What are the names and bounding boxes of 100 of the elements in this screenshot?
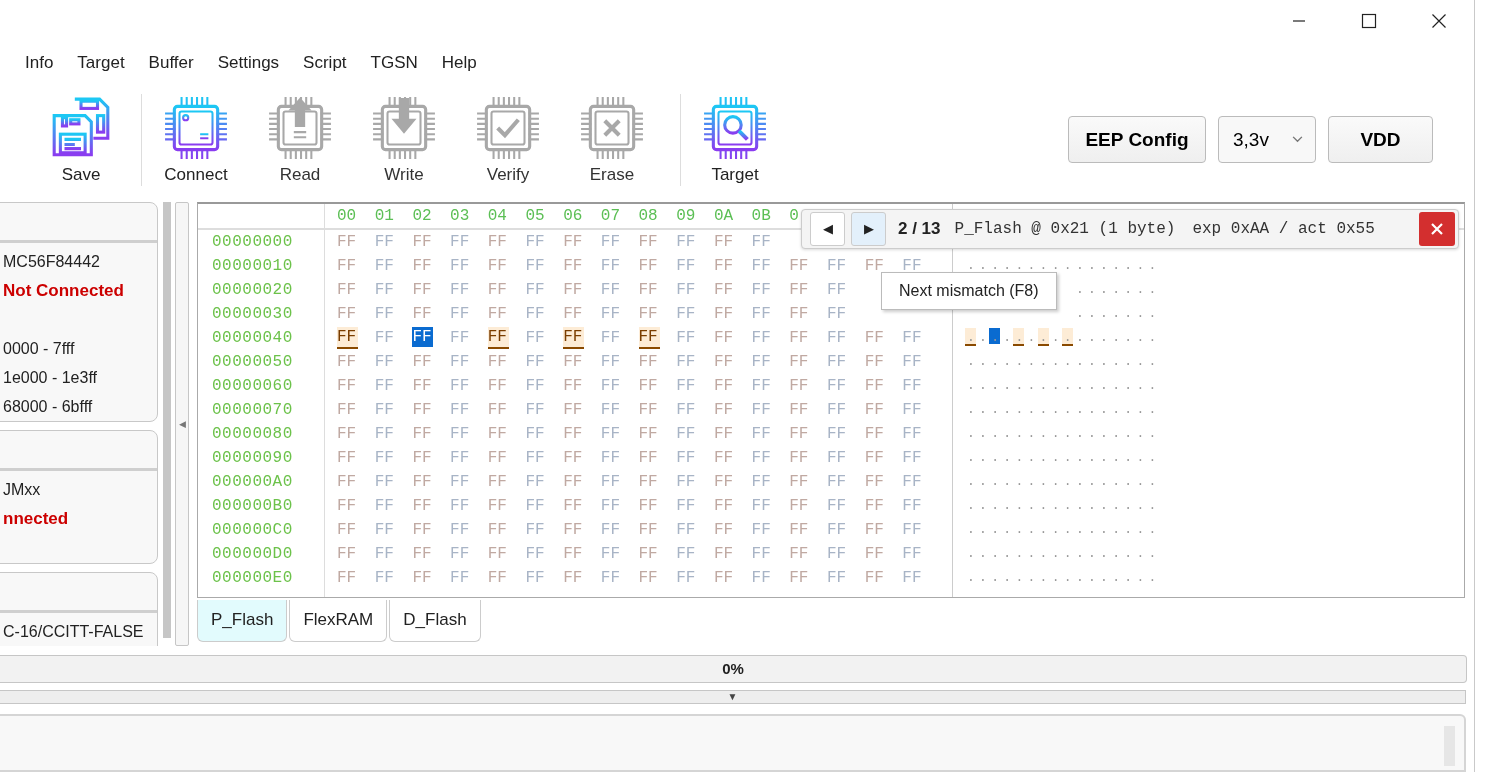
hex-byte[interactable]: FF bbox=[337, 423, 358, 444]
hex-byte[interactable]: FF bbox=[713, 351, 735, 372]
hex-byte[interactable]: FF bbox=[638, 567, 660, 588]
hex-byte[interactable]: FF bbox=[902, 399, 924, 420]
hex-byte[interactable]: FF bbox=[676, 423, 698, 444]
hex-byte[interactable]: FF bbox=[902, 543, 924, 564]
hex-byte[interactable]: FF bbox=[487, 543, 509, 564]
menu-item[interactable]: TGSN bbox=[370, 52, 418, 73]
hex-byte[interactable]: FF bbox=[676, 567, 698, 588]
scrollbar[interactable] bbox=[163, 201, 171, 638]
hex-byte[interactable]: FF bbox=[487, 567, 509, 588]
hex-byte[interactable]: FF bbox=[487, 279, 509, 300]
collapse-bar[interactable]: ▼ bbox=[0, 690, 1466, 705]
hex-byte[interactable]: FF bbox=[600, 399, 622, 420]
hex-byte[interactable]: FF bbox=[412, 351, 434, 372]
hex-byte[interactable]: FF bbox=[826, 471, 848, 492]
hex-byte[interactable]: FF bbox=[751, 255, 773, 276]
previous-button[interactable]: ◀ bbox=[810, 211, 845, 246]
hex-byte[interactable]: FF bbox=[563, 519, 585, 540]
menu-item[interactable]: Target bbox=[77, 52, 125, 73]
hex-byte[interactable]: FF bbox=[751, 447, 773, 468]
hex-byte[interactable]: FF bbox=[374, 495, 396, 516]
menu-item[interactable]: Buffer bbox=[148, 52, 194, 73]
hex-byte[interactable]: FF bbox=[337, 303, 358, 324]
hex-byte[interactable]: FF bbox=[638, 495, 660, 516]
hex-byte[interactable]: FF bbox=[600, 351, 622, 372]
hex-byte[interactable]: FF bbox=[450, 255, 472, 276]
hex-byte[interactable]: FF bbox=[374, 255, 396, 276]
hex-byte[interactable]: FF bbox=[864, 567, 886, 588]
hex-byte[interactable]: FF bbox=[902, 471, 924, 492]
hex-byte[interactable]: FF bbox=[525, 279, 547, 300]
hex-byte[interactable]: FF bbox=[412, 471, 434, 492]
hex-byte[interactable]: FF bbox=[412, 519, 434, 540]
hex-byte[interactable]: FF bbox=[789, 279, 811, 300]
hex-byte[interactable]: FF bbox=[337, 375, 358, 396]
hex-byte[interactable]: FF bbox=[374, 375, 396, 396]
hex-byte[interactable]: FF bbox=[412, 231, 434, 252]
maximize-icon[interactable] bbox=[1361, 13, 1377, 30]
menu-item[interactable]: Script bbox=[303, 52, 347, 73]
hex-byte[interactable]: FF bbox=[713, 543, 735, 564]
menu-item[interactable]: Help bbox=[441, 52, 477, 73]
hex-byte[interactable]: FF bbox=[789, 303, 811, 324]
hex-byte[interactable]: FF bbox=[563, 471, 585, 492]
memory-tab[interactable]: D_Flash bbox=[389, 599, 481, 642]
hex-byte[interactable]: FF bbox=[826, 327, 848, 348]
hex-byte[interactable]: FF bbox=[713, 231, 735, 252]
hex-byte[interactable]: FF bbox=[450, 447, 472, 468]
hex-byte[interactable]: FF bbox=[412, 375, 434, 396]
hex-byte[interactable]: FF bbox=[751, 327, 773, 348]
hex-byte[interactable]: FF bbox=[713, 423, 735, 444]
hex-byte[interactable]: FF bbox=[826, 447, 848, 468]
hex-byte[interactable]: FF bbox=[450, 495, 472, 516]
hex-byte[interactable]: FF bbox=[487, 447, 509, 468]
hex-byte[interactable]: FF bbox=[337, 326, 358, 349]
hex-byte[interactable]: FF bbox=[563, 543, 585, 564]
hex-byte[interactable]: FF bbox=[902, 567, 924, 588]
hex-byte[interactable]: FF bbox=[638, 399, 660, 420]
eep-config-button[interactable]: EEP Config bbox=[1068, 116, 1206, 164]
hex-byte[interactable]: FF bbox=[412, 543, 434, 564]
hex-byte[interactable]: FF bbox=[676, 303, 698, 324]
hex-byte[interactable]: FF bbox=[563, 375, 585, 396]
hex-byte[interactable]: FF bbox=[638, 351, 660, 372]
hex-byte[interactable]: FF bbox=[713, 303, 735, 324]
hex-byte[interactable]: FF bbox=[902, 447, 924, 468]
hex-byte[interactable]: FF bbox=[676, 471, 698, 492]
hex-byte[interactable]: FF bbox=[713, 327, 735, 348]
hex-byte[interactable]: FF bbox=[525, 543, 547, 564]
hex-byte[interactable]: FF bbox=[374, 231, 396, 252]
hex-byte[interactable]: FF bbox=[412, 447, 434, 468]
memory-tab[interactable]: FlexRAM bbox=[289, 599, 388, 642]
hex-byte[interactable]: FF bbox=[487, 351, 509, 372]
hex-byte[interactable]: FF bbox=[864, 447, 886, 468]
hex-byte[interactable]: FF bbox=[487, 255, 509, 276]
hex-byte[interactable]: FF bbox=[487, 326, 509, 349]
hex-byte[interactable]: FF bbox=[525, 255, 547, 276]
hex-byte[interactable]: FF bbox=[450, 351, 472, 372]
hex-byte[interactable]: FF bbox=[337, 447, 358, 468]
hex-byte[interactable]: FF bbox=[864, 327, 886, 348]
hex-byte[interactable]: FF bbox=[450, 543, 472, 564]
hex-byte[interactable]: FF bbox=[676, 255, 698, 276]
hex-byte[interactable]: FF bbox=[864, 351, 886, 372]
hex-byte[interactable]: FF bbox=[374, 543, 396, 564]
hex-byte[interactable]: FF bbox=[600, 447, 622, 468]
hex-byte[interactable]: FF bbox=[412, 423, 434, 444]
hex-byte[interactable]: FF bbox=[638, 423, 660, 444]
hex-byte[interactable]: FF bbox=[600, 279, 622, 300]
hex-byte[interactable]: FF bbox=[374, 471, 396, 492]
hex-byte[interactable]: FF bbox=[638, 279, 660, 300]
hex-byte[interactable]: FF bbox=[638, 375, 660, 396]
hex-byte[interactable]: FF bbox=[525, 399, 547, 420]
hex-byte[interactable]: FF bbox=[751, 519, 773, 540]
hex-byte[interactable]: FF bbox=[337, 351, 358, 372]
hex-byte[interactable]: FF bbox=[337, 255, 358, 276]
hex-byte[interactable]: FF bbox=[826, 279, 848, 300]
next-button[interactable]: ▶ bbox=[851, 211, 886, 246]
hex-byte[interactable]: FF bbox=[487, 519, 509, 540]
hex-byte[interactable]: FF bbox=[525, 375, 547, 396]
hex-byte[interactable]: FF bbox=[563, 351, 585, 372]
hex-byte[interactable]: FF bbox=[676, 375, 698, 396]
toolbar-button[interactable]: Connect bbox=[160, 94, 232, 185]
